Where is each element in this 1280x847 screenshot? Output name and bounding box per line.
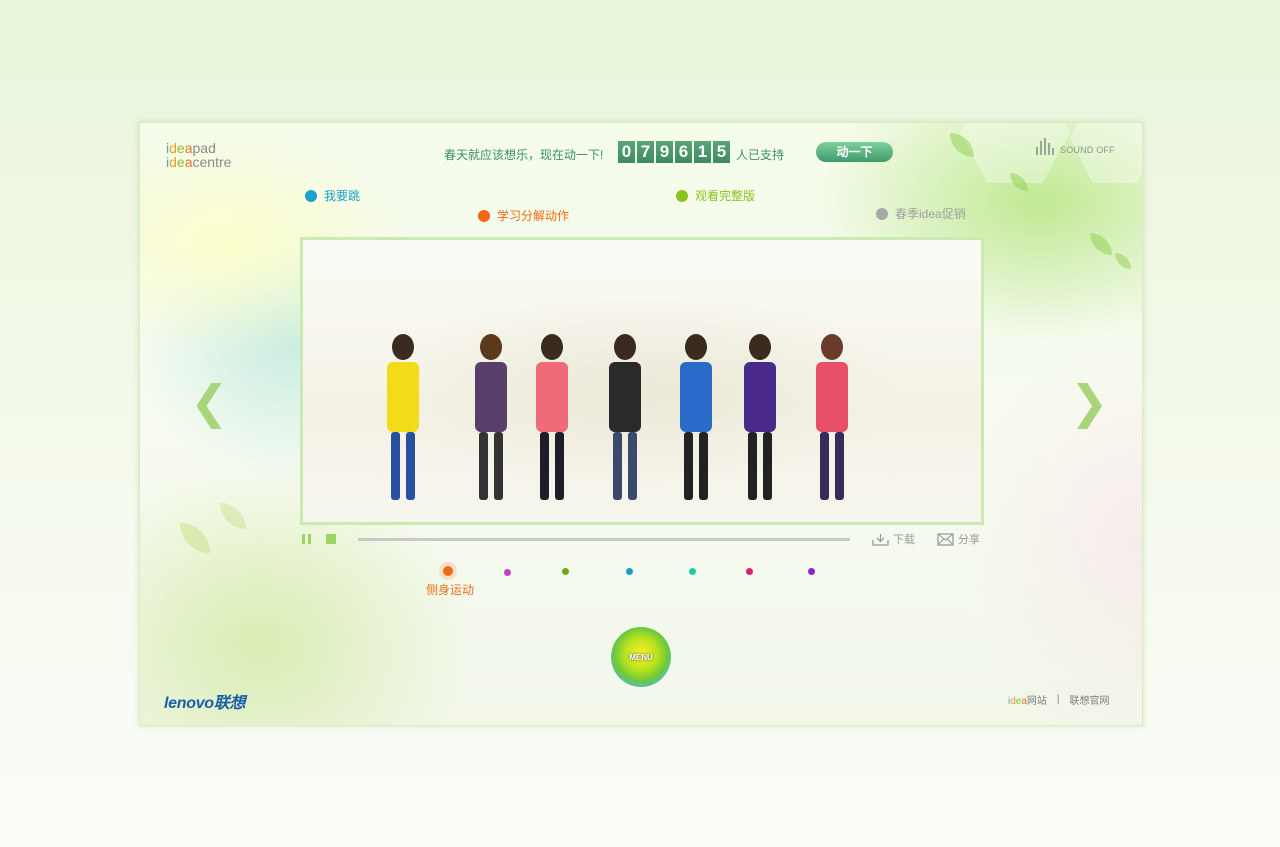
nav-promo-label: 春季idea促销 <box>895 207 966 221</box>
video-controls <box>302 534 336 544</box>
pause-icon[interactable] <box>302 534 311 544</box>
share-button[interactable]: 分享 <box>937 531 980 547</box>
counter-digit: 1 <box>694 141 711 163</box>
lenovo-official-link[interactable]: 联想官网 <box>1070 692 1110 707</box>
dancer-figure <box>474 334 508 500</box>
dancer-figure <box>743 334 777 500</box>
sound-toggle[interactable]: SOUND OFF <box>1036 138 1115 155</box>
mail-icon <box>937 532 954 546</box>
counter-digit: 6 <box>675 141 692 163</box>
dot-icon <box>876 207 888 220</box>
move-dot-active[interactable] <box>443 566 453 576</box>
dot-icon <box>478 209 490 222</box>
nav-learn-label: 学习分解动作 <box>497 209 570 223</box>
nav-full-version-label: 观看完整版 <box>695 189 756 203</box>
dancer-figure <box>608 334 642 500</box>
next-arrow-icon[interactable]: ❯ <box>1070 379 1109 425</box>
nav-dance-label: 我要跳 <box>324 189 361 203</box>
sound-label: SOUND OFF <box>1060 145 1115 155</box>
dot-icon <box>676 189 688 202</box>
stop-icon[interactable] <box>326 534 336 544</box>
share-label: 分享 <box>958 534 980 546</box>
lenovo-logo[interactable]: lenovo联想 <box>164 689 245 713</box>
download-icon <box>872 533 889 546</box>
decor-leaf <box>220 503 246 529</box>
nav-dance[interactable]: 我要跳 <box>305 187 360 204</box>
main-stage: ideapad ideacentre 春天就应该想乐，现在动一下! 0 7 9 … <box>139 122 1143 726</box>
download-button[interactable]: 下载 <box>872 531 915 547</box>
dancer-figure <box>815 334 849 500</box>
move-dot[interactable] <box>504 569 511 576</box>
dancer-figure <box>386 334 420 500</box>
support-label: 人已支持 <box>736 148 785 162</box>
ideapad-ideacentre-logo[interactable]: ideapad ideacentre <box>166 141 231 169</box>
slogan-text: 春天就应该想乐，现在动一下! <box>444 148 604 162</box>
dot-icon <box>305 189 317 202</box>
counter-digit: 5 <box>713 141 730 163</box>
move-dot[interactable] <box>562 568 569 575</box>
menu-button[interactable]: MENU <box>611 627 671 687</box>
equalizer-icon <box>1036 138 1054 155</box>
active-move-label: 侧身运动 <box>426 583 475 597</box>
move-button[interactable]: 动一下 <box>816 142 893 162</box>
move-dot[interactable] <box>689 568 696 575</box>
menu-label: MENU <box>629 652 653 662</box>
nav-spring-promo[interactable]: 春季idea促销 <box>876 205 966 222</box>
move-chapter-selector <box>140 563 1142 603</box>
support-counter: 0 7 9 6 1 5 <box>618 141 730 163</box>
footer-separator: | <box>1056 694 1060 705</box>
dancer-figure <box>679 334 713 500</box>
counter-digit: 9 <box>656 141 673 163</box>
dancer-figure <box>535 334 569 500</box>
video-player[interactable] <box>300 237 984 525</box>
nav-learn-moves[interactable]: 学习分解动作 <box>478 207 569 224</box>
move-dot[interactable] <box>746 568 753 575</box>
counter-digit: 0 <box>618 141 635 163</box>
progress-track[interactable] <box>358 538 850 541</box>
decor-leaf <box>180 523 210 553</box>
footer-links: idea网站 | 联想官网 <box>1008 692 1110 707</box>
move-dot[interactable] <box>626 568 633 575</box>
prev-arrow-icon[interactable]: ❮ <box>190 379 229 425</box>
counter-digit: 7 <box>637 141 654 163</box>
decor-leaf <box>1090 233 1112 255</box>
decor-leaf <box>1115 253 1131 269</box>
download-label: 下载 <box>893 534 915 546</box>
idea-site-link[interactable]: idea网站 <box>1008 692 1047 707</box>
nav-full-version[interactable]: 观看完整版 <box>676 187 755 204</box>
move-dot[interactable] <box>808 568 815 575</box>
